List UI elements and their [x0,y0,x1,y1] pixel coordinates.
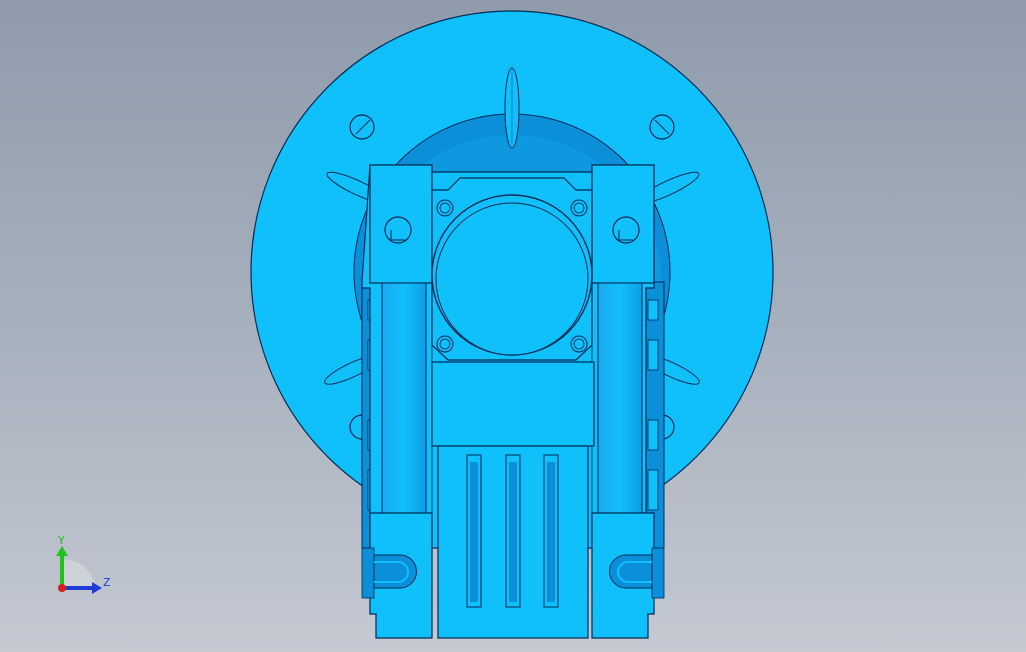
mounting-foot-right [591,512,665,639]
plate-screw-hole [436,335,454,353]
housing-column-left [381,282,427,514]
lug-screw-hole [612,216,640,244]
x-axis-dot [58,584,66,592]
vent-slot [505,454,521,608]
vent-slot [466,454,482,608]
coordinate-triad[interactable]: Y Z [56,534,111,594]
z-axis-label: Z [103,576,111,589]
cad-viewport[interactable]: Y Z [0,0,1026,652]
mounting-foot-left [361,512,433,639]
housing-side-right [645,281,665,549]
name-plate [431,361,595,447]
cooling-fin [504,67,520,149]
input-bore-inner [435,202,589,356]
lug-screw-hole [384,216,412,244]
flange-bolt-hole [349,114,375,140]
gearbox-model[interactable]: Y Z [0,0,1026,652]
y-axis-label: Y [57,534,65,547]
housing-column-right [597,282,643,514]
vent-slot [543,454,559,608]
plate-screw-hole [570,199,588,217]
plate-screw-hole [570,335,588,353]
flange-bolt-hole [649,114,675,140]
plate-screw-hole [436,199,454,217]
